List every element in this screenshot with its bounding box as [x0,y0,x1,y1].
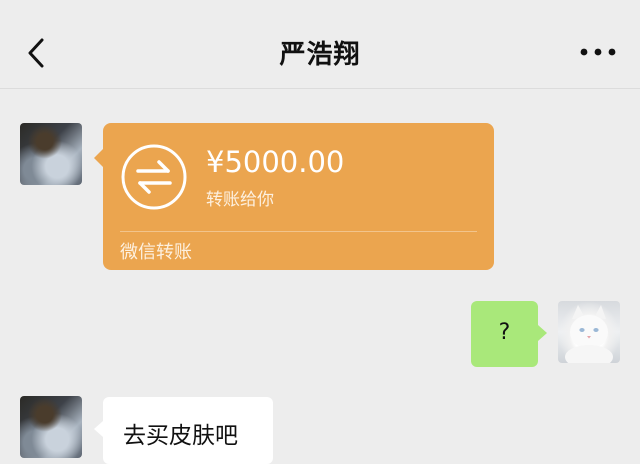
more-horizontal-icon[interactable] [580,46,616,58]
transfer-subtitle: 转账给你 [206,190,274,210]
chat-header: 严浩翔 [0,0,640,89]
transfer-footer-label: 微信转账 [120,242,192,263]
transfer-message[interactable]: ¥5000.00 转账给你 微信转账 [94,123,494,270]
chat-title: 严浩翔 [279,40,361,70]
my-avatar[interactable] [558,301,620,363]
contact-avatar[interactable] [20,123,82,185]
contact-avatar[interactable] [20,396,82,458]
transfer-arrows-icon [121,144,187,210]
my-message-text: ? [498,320,511,345]
transfer-amount: ¥5000.00 [206,145,345,179]
transfer-divider [120,231,477,232]
contact-message-text: 去买皮肤吧 [123,423,238,449]
my-message-bubble[interactable]: ? [471,301,547,367]
cat-picture [565,305,613,363]
contact-message-bubble[interactable]: 去买皮肤吧 [94,397,273,464]
